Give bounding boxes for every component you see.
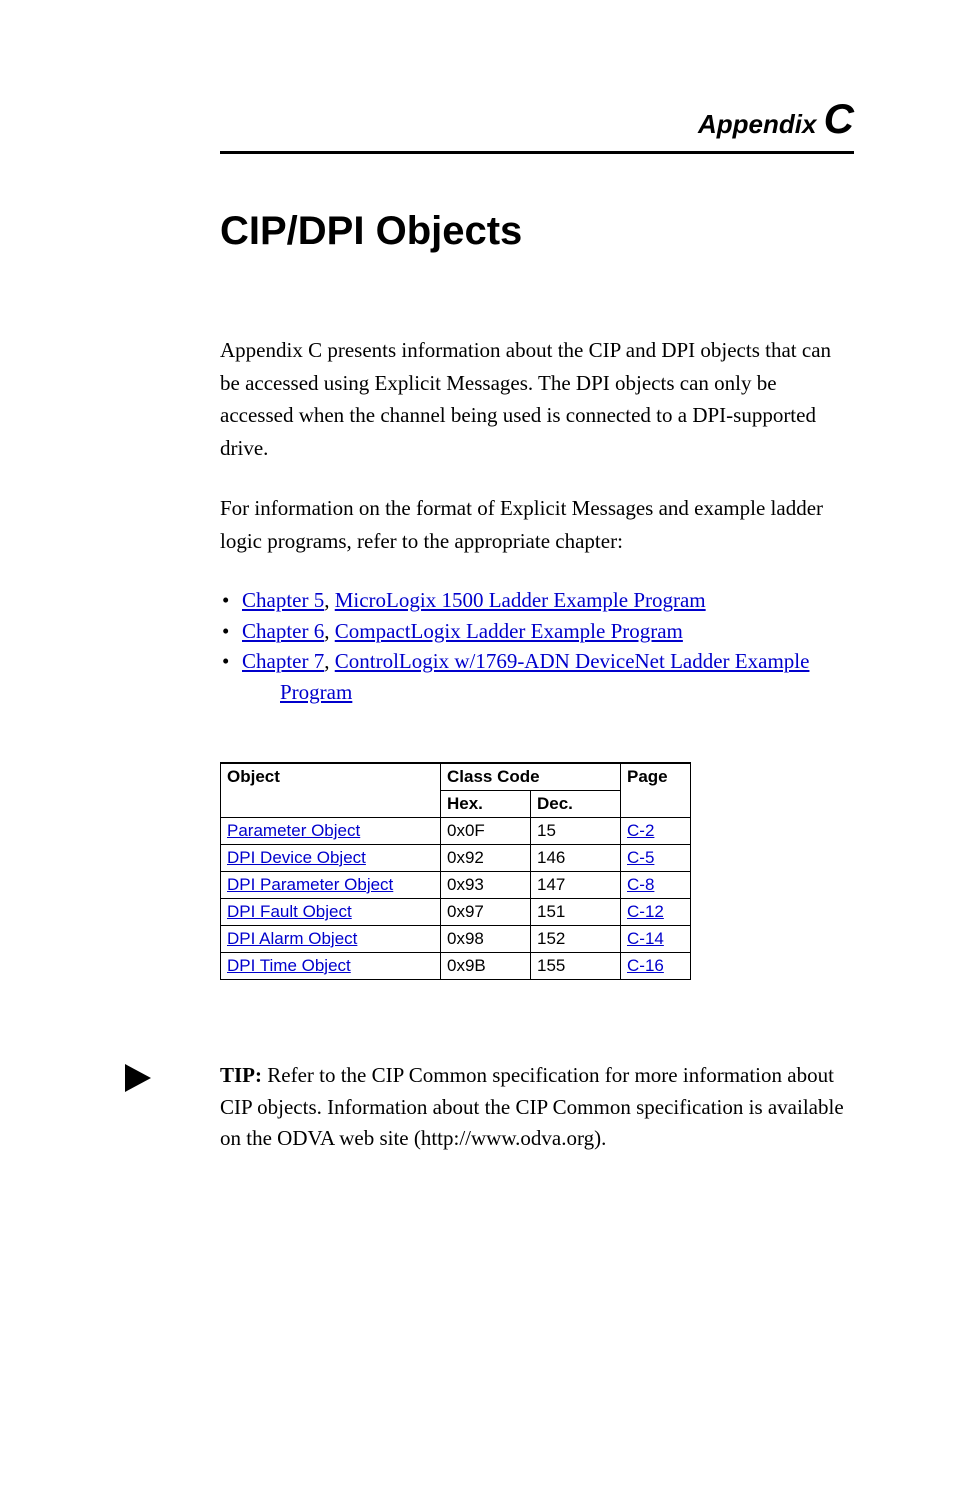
list-item: Chapter 7, ControlLogix w/1769-ADN Devic… — [220, 646, 854, 676]
object-link[interactable]: DPI Time Object — [227, 956, 351, 975]
appendix-header: Appendix C — [220, 95, 854, 143]
intro-paragraph-2: For information on the format of Explici… — [220, 492, 854, 557]
separator: , — [324, 588, 335, 612]
page-link[interactable]: C-5 — [627, 848, 654, 867]
cell-hex: 0x97 — [441, 899, 531, 926]
tip-body: Refer to the CIP Common specification fo… — [220, 1063, 844, 1150]
cell-hex: 0x98 — [441, 926, 531, 953]
header-rule — [220, 151, 854, 154]
chapter-link-list: Chapter 5, MicroLogix 1500 Ladder Exampl… — [220, 585, 854, 707]
chapter-title-link-cont[interactable]: Program — [280, 680, 352, 704]
chapter-title-link[interactable]: MicroLogix 1500 Ladder Example Program — [335, 588, 706, 612]
cell-dec: 146 — [531, 845, 621, 872]
cell-hex: 0x0F — [441, 818, 531, 845]
object-link[interactable]: DPI Parameter Object — [227, 875, 393, 894]
chapter-title-link[interactable]: CompactLogix Ladder Example Program — [335, 619, 683, 643]
objects-table: Object Class Code Page Hex. Dec. Paramet… — [220, 762, 691, 980]
table-header-page: Page — [621, 763, 691, 818]
object-link[interactable]: Parameter Object — [227, 821, 360, 840]
cell-hex: 0x93 — [441, 872, 531, 899]
object-link[interactable]: DPI Fault Object — [227, 902, 352, 921]
cell-dec: 152 — [531, 926, 621, 953]
cell-dec: 155 — [531, 953, 621, 980]
page-link[interactable]: C-16 — [627, 956, 664, 975]
table-row: DPI Alarm Object 0x98 152 C-14 — [221, 926, 691, 953]
page-link[interactable]: C-12 — [627, 902, 664, 921]
page-link[interactable]: C-14 — [627, 929, 664, 948]
cell-hex: 0x92 — [441, 845, 531, 872]
table-row: DPI Time Object 0x9B 155 C-16 — [221, 953, 691, 980]
list-item-continuation: Program — [220, 677, 854, 707]
intro-paragraph-1: Appendix C presents information about th… — [220, 334, 854, 464]
list-item: Chapter 5, MicroLogix 1500 Ladder Exampl… — [220, 585, 854, 615]
chapter-link[interactable]: Chapter 5 — [242, 588, 324, 612]
list-item: Chapter 6, CompactLogix Ladder Example P… — [220, 616, 854, 646]
appendix-letter: C — [824, 95, 854, 142]
tip-text: TIP: Refer to the CIP Common specificati… — [220, 1060, 854, 1155]
separator: , — [324, 649, 335, 673]
page-title: CIP/DPI Objects — [220, 209, 854, 254]
triangle-icon — [125, 1064, 151, 1092]
chapter-link[interactable]: Chapter 6 — [242, 619, 324, 643]
cell-dec: 147 — [531, 872, 621, 899]
object-link[interactable]: DPI Device Object — [227, 848, 366, 867]
chapter-title-link[interactable]: ControlLogix w/1769-ADN DeviceNet Ladder… — [335, 649, 810, 673]
appendix-label: Appendix — [698, 109, 816, 139]
table-row: DPI Parameter Object 0x93 147 C-8 — [221, 872, 691, 899]
table-header-hex: Hex. — [441, 791, 531, 818]
page-link[interactable]: C-8 — [627, 875, 654, 894]
table-row: DPI Fault Object 0x97 151 C-12 — [221, 899, 691, 926]
separator: , — [324, 619, 335, 643]
cell-hex: 0x9B — [441, 953, 531, 980]
page-link[interactable]: C-2 — [627, 821, 654, 840]
tip-label: TIP: — [220, 1063, 262, 1087]
cell-dec: 151 — [531, 899, 621, 926]
table-header-dec: Dec. — [531, 791, 621, 818]
table-header-classcode: Class Code — [441, 763, 621, 791]
table-header-object: Object — [221, 763, 441, 818]
tip-block: TIP: Refer to the CIP Common specificati… — [220, 1060, 854, 1155]
cell-dec: 15 — [531, 818, 621, 845]
table-row: DPI Device Object 0x92 146 C-5 — [221, 845, 691, 872]
table-row: Parameter Object 0x0F 15 C-2 — [221, 818, 691, 845]
chapter-link[interactable]: Chapter 7 — [242, 649, 324, 673]
object-link[interactable]: DPI Alarm Object — [227, 929, 357, 948]
